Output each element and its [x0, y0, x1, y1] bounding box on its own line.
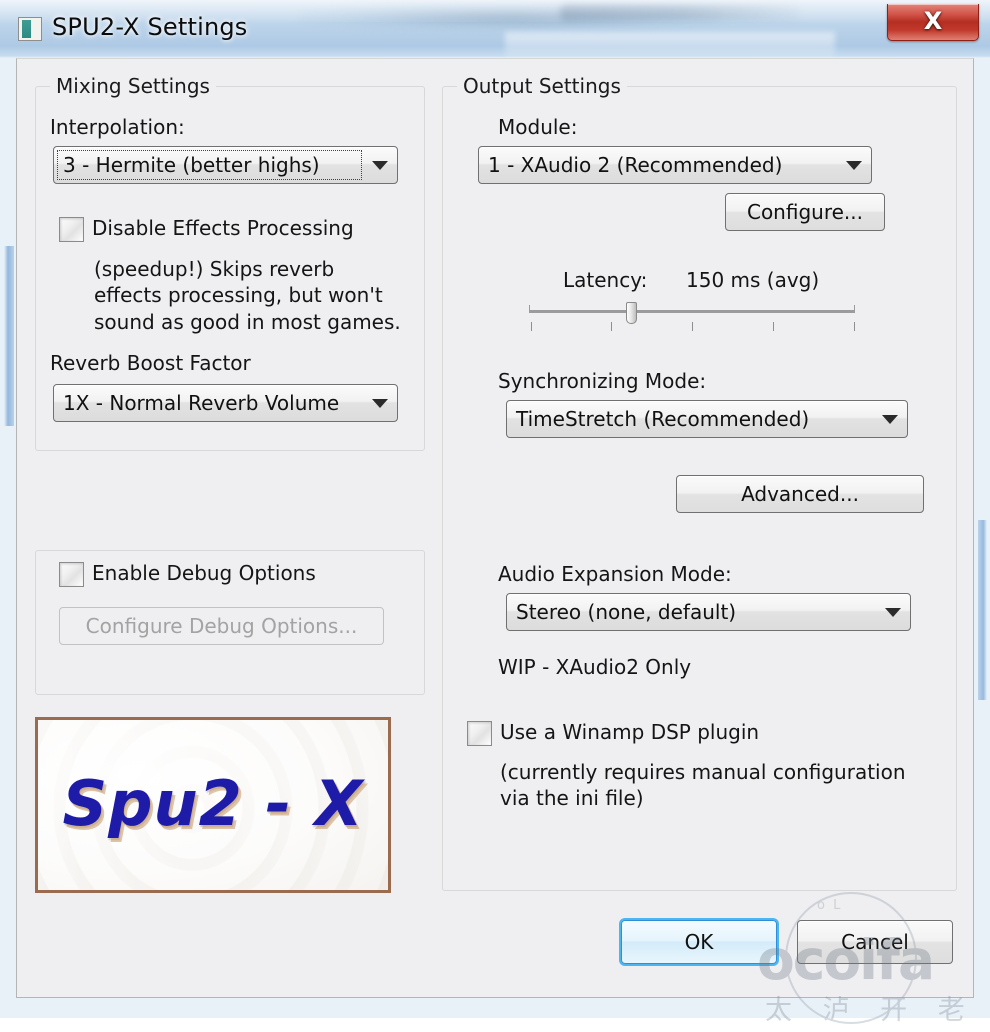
module-value: 1 - XAudio 2 (Recommended)	[488, 153, 783, 177]
configure-module-button[interactable]: Configure...	[725, 193, 885, 231]
dialog-client-area: Mixing Settings Interpolation: 3 - Hermi…	[16, 58, 990, 1026]
module-label: Module:	[498, 115, 578, 139]
disable-effects-help-text: (speedup!) Skips reverb effects processi…	[94, 257, 401, 334]
window-edge-right	[978, 520, 987, 700]
spu2x-logo: Spu2 - X	[35, 717, 391, 893]
close-button[interactable]: X	[887, 4, 979, 41]
ok-button[interactable]: OK	[621, 920, 777, 964]
reverb-boost-combobox[interactable]: 1X - Normal Reverb Volume	[53, 384, 398, 422]
interpolation-label: Interpolation:	[50, 115, 185, 139]
latency-label: Latency:	[563, 268, 648, 292]
chevron-down-icon[interactable]	[873, 415, 907, 424]
interpolation-combobox[interactable]: 3 - Hermite (better highs)	[53, 146, 398, 184]
audio-expansion-label: Audio Expansion Mode:	[498, 562, 732, 586]
interpolation-value: 3 - Hermite (better highs)	[63, 153, 320, 177]
window-title: SPU2-X Settings	[52, 13, 248, 41]
enable-debug-checkbox[interactable]	[59, 562, 84, 587]
logo-text: Spu2 - X	[62, 767, 364, 841]
glass-blur-artifact-3	[505, 32, 835, 58]
watermark-caption: o L	[817, 898, 843, 913]
winamp-dsp-checkbox[interactable]	[467, 721, 492, 746]
audio-expansion-note: WIP - XAudio2 Only	[498, 655, 692, 679]
mixing-settings-title: Mixing Settings	[50, 74, 216, 98]
latency-value: 150 ms (avg)	[686, 268, 820, 292]
window-edge-left	[4, 246, 14, 426]
enable-debug-label: Enable Debug Options	[92, 561, 316, 585]
chevron-down-icon[interactable]	[363, 161, 397, 170]
sync-mode-value: TimeStretch (Recommended)	[516, 407, 810, 431]
latency-slider-track[interactable]	[529, 305, 855, 313]
audio-expansion-combobox[interactable]: Stereo (none, default)	[506, 593, 911, 631]
audio-expansion-value: Stereo (none, default)	[516, 600, 737, 624]
disable-effects-checkbox[interactable]	[59, 217, 84, 242]
sync-mode-combobox[interactable]: TimeStretch (Recommended)	[506, 400, 908, 438]
spu2x-settings-window: SPU2-X Settings X Mixing Settings Interp…	[0, 0, 990, 1026]
cancel-button[interactable]: Cancel	[797, 920, 953, 964]
chevron-down-icon[interactable]	[837, 161, 871, 170]
module-combobox[interactable]: 1 - XAudio 2 (Recommended)	[478, 146, 872, 184]
advanced-button[interactable]: Advanced...	[676, 475, 924, 513]
winamp-dsp-note: (currently requires manual configuration…	[500, 760, 906, 811]
latency-slider-thumb[interactable]	[626, 302, 637, 324]
disable-effects-label: Disable Effects Processing	[92, 216, 354, 240]
slider-tick-3	[692, 322, 693, 331]
sync-mode-label: Synchronizing Mode:	[498, 369, 707, 393]
close-icon: X	[923, 7, 943, 35]
chevron-down-icon[interactable]	[876, 608, 910, 617]
winamp-dsp-label: Use a Winamp DSP plugin	[500, 720, 760, 744]
slider-tick-4	[773, 322, 774, 331]
chevron-down-icon[interactable]	[363, 399, 397, 408]
slider-tick-1	[531, 322, 532, 331]
slider-tick-5	[854, 322, 855, 331]
configure-debug-options-button[interactable]: Configure Debug Options...	[59, 607, 384, 645]
slider-tick-2	[611, 322, 612, 331]
output-settings-title: Output Settings	[457, 74, 627, 98]
reverb-boost-label: Reverb Boost Factor	[50, 351, 251, 375]
reverb-boost-value: 1X - Normal Reverb Volume	[63, 391, 340, 415]
app-icon	[18, 17, 42, 41]
